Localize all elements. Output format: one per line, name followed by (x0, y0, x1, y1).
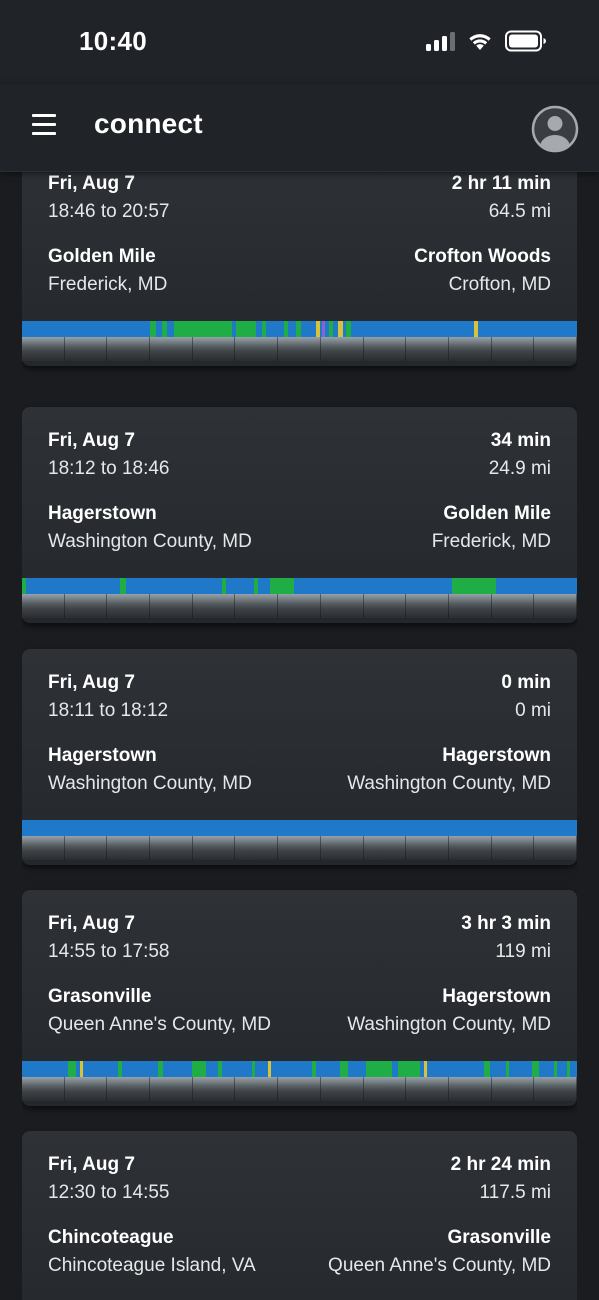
trip-list[interactable]: Fri, Aug 7 2 hr 11 min 18:46 to 20:57 64… (22, 172, 577, 1300)
hamburger-icon (32, 114, 56, 117)
trip-date: Fri, Aug 7 (48, 173, 135, 194)
trip-start-place: Hagerstown (48, 503, 157, 524)
trip-card[interactable]: Fri, Aug 7 2 hr 24 min 12:30 to 14:55 11… (22, 1131, 577, 1300)
trip-start-place: Hagerstown (48, 745, 157, 766)
trip-duration: 2 hr 24 min (450, 1154, 551, 1175)
trip-start-region: Queen Anne's County, MD (48, 1014, 271, 1035)
trip-time-range: 14:55 to 17:58 (48, 941, 170, 962)
account-button[interactable] (531, 105, 579, 153)
trip-end-place: Hagerstown (442, 986, 551, 1007)
trip-distance: 0 mi (515, 700, 551, 721)
trip-filmstrip (22, 337, 577, 361)
wifi-icon (469, 34, 491, 50)
trip-timeline[interactable] (22, 578, 577, 594)
trip-end-place: Crofton Woods (414, 246, 551, 267)
trip-duration: 34 min (490, 430, 551, 451)
cellular-signal-icon (426, 31, 455, 51)
trip-duration: 0 min (501, 672, 551, 693)
trip-duration: 3 hr 3 min (461, 913, 551, 934)
trip-filmstrip (22, 836, 577, 860)
trip-end-place: Grasonville (447, 1227, 552, 1248)
trip-start-place: Golden Mile (48, 246, 156, 267)
trip-filmstrip (22, 594, 577, 618)
trip-start-place: Grasonville (48, 986, 152, 1007)
trip-distance: 64.5 mi (488, 201, 551, 222)
trip-filmstrip (22, 1077, 577, 1101)
battery-icon (505, 30, 546, 52)
trip-distance: 117.5 mi (479, 1182, 551, 1203)
trip-end-region: Crofton, MD (448, 274, 551, 295)
status-bar: 10:40 (0, 0, 599, 84)
trip-card[interactable]: Fri, Aug 7 3 hr 3 min 14:55 to 17:58 119… (22, 890, 577, 1106)
trip-duration: 2 hr 11 min (451, 173, 551, 194)
trip-end-place: Hagerstown (442, 745, 551, 766)
trip-date: Fri, Aug 7 (48, 430, 135, 451)
trip-date: Fri, Aug 7 (48, 672, 135, 693)
status-icons (426, 30, 547, 52)
trip-date: Fri, Aug 7 (48, 913, 135, 934)
trip-time-range: 18:12 to 18:46 (48, 458, 170, 479)
trip-timeline[interactable] (22, 1061, 577, 1077)
trip-start-region: Frederick, MD (48, 274, 168, 295)
trip-end-place: Golden Mile (443, 503, 551, 524)
trip-distance: 119 mi (495, 941, 551, 962)
app-header: connect (0, 84, 599, 172)
trip-card[interactable]: Fri, Aug 7 0 min 18:11 to 18:12 0 mi Hag… (22, 649, 577, 865)
trip-end-region: Queen Anne's County, MD (328, 1255, 551, 1276)
trip-card[interactable]: Fri, Aug 7 34 min 18:12 to 18:46 24.9 mi… (22, 407, 577, 623)
trip-start-place: Chincoteague (48, 1227, 174, 1248)
app-title: connect (94, 108, 203, 139)
status-time: 10:40 (79, 26, 147, 56)
trip-distance: 24.9 mi (488, 458, 551, 479)
trip-card[interactable]: Fri, Aug 7 2 hr 11 min 18:46 to 20:57 64… (22, 172, 577, 366)
trip-time-range: 12:30 to 14:55 (48, 1182, 170, 1203)
hamburger-menu-button[interactable] (30, 114, 58, 138)
trip-date: Fri, Aug 7 (48, 1154, 135, 1175)
trip-start-region: Washington County, MD (48, 531, 252, 552)
trip-time-range: 18:11 to 18:12 (48, 700, 169, 721)
trip-start-region: Washington County, MD (48, 773, 252, 794)
account-circle-icon (531, 105, 579, 153)
trip-timeline[interactable] (22, 321, 577, 337)
trip-time-range: 18:46 to 20:57 (48, 201, 170, 222)
trip-timeline[interactable] (22, 820, 577, 836)
trip-end-region: Washington County, MD (347, 1014, 551, 1035)
trip-end-region: Frederick, MD (431, 531, 551, 552)
trip-end-region: Washington County, MD (347, 773, 551, 794)
trip-start-region: Chincoteague Island, VA (48, 1255, 256, 1276)
